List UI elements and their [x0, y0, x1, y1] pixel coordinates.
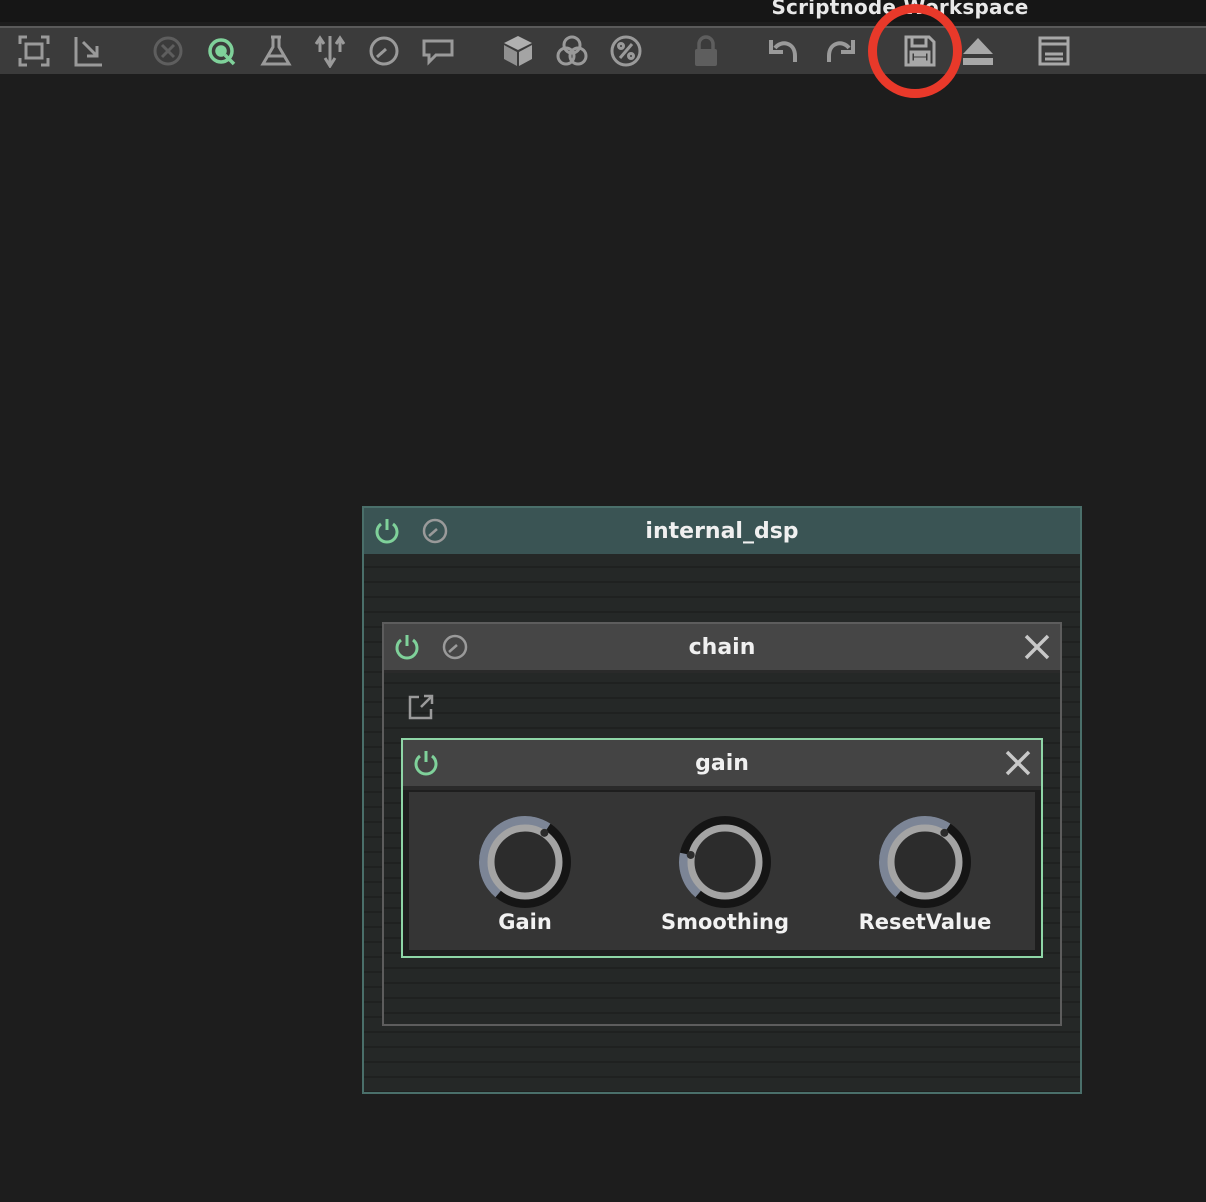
list-panel-button[interactable] [1034, 28, 1074, 74]
node-header-internal-dsp[interactable]: internal_dsp [364, 508, 1080, 554]
cube-icon [504, 36, 532, 66]
gauge-icon [369, 36, 399, 66]
comment-button[interactable] [418, 28, 458, 74]
undo-icon [769, 40, 797, 62]
knob-pointer [940, 828, 949, 837]
cpu-button[interactable] [364, 28, 404, 74]
knob-body [687, 824, 763, 900]
box-button[interactable] [498, 28, 538, 74]
split-button[interactable] [310, 28, 350, 74]
zoom-fit-icon [18, 35, 50, 67]
fold-icon [74, 37, 102, 67]
title-bar: Scriptnode Workspace [0, 0, 1206, 22]
gauge-icon [442, 634, 468, 660]
speech-bubble-icon [422, 39, 454, 66]
colors-button[interactable] [552, 28, 592, 74]
close-icon [1005, 750, 1031, 776]
lock-button[interactable] [686, 28, 726, 74]
param-gain: Gain [425, 812, 625, 942]
cpu-gauge-button[interactable] [440, 632, 470, 662]
param-label: Smoothing [660, 910, 790, 934]
toolbar [0, 26, 1206, 74]
cpu-gauge-button[interactable] [420, 516, 450, 546]
eject-icon [963, 38, 993, 65]
param-smoothing: Smoothing [625, 812, 825, 942]
close-button[interactable] [1003, 748, 1033, 778]
window-title: Scriptnode Workspace [771, 0, 1029, 19]
split-arrows-icon [314, 35, 346, 68]
power-button[interactable] [372, 516, 402, 546]
redo-button[interactable] [820, 28, 860, 74]
param-label: ResetValue [858, 910, 992, 934]
node-header-chain[interactable]: chain [384, 624, 1060, 673]
power-icon [414, 751, 438, 776]
percent-button[interactable] [606, 28, 646, 74]
reset-value-knob[interactable] [875, 812, 975, 912]
knob-body [487, 824, 563, 900]
redo-icon [827, 40, 855, 62]
gain-knob[interactable] [475, 812, 575, 912]
fold-button[interactable] [68, 28, 108, 74]
percent-icon [610, 35, 642, 67]
cancel-button[interactable] [148, 28, 188, 74]
knob-pointer [540, 828, 549, 837]
smoothing-knob[interactable] [675, 812, 775, 912]
node-header-gain[interactable]: gain [403, 740, 1041, 790]
cancel-circle-icon [153, 36, 183, 66]
external-link-icon [408, 694, 434, 720]
list-panel-icon [1038, 36, 1070, 66]
color-circles-icon [556, 35, 588, 66]
knob-body [887, 824, 963, 900]
node-title: gain [695, 750, 749, 776]
floppy-disk-icon [904, 35, 936, 67]
param-reset-value: ResetValue [825, 812, 1025, 942]
power-icon [395, 635, 419, 660]
param-label: Gain [498, 910, 552, 934]
save-button[interactable] [900, 28, 940, 74]
close-icon [1024, 634, 1050, 660]
target-icon [208, 38, 236, 66]
undo-button[interactable] [764, 28, 804, 74]
lock-icon [695, 35, 717, 66]
eject-button[interactable] [958, 28, 998, 74]
node-title: internal_dsp [645, 518, 799, 544]
node-title: chain [688, 634, 756, 660]
popout-button[interactable] [406, 692, 436, 722]
power-button[interactable] [392, 632, 422, 662]
target-button[interactable] [202, 28, 242, 74]
node-gain: gain Gain Smoothing ResetValue [401, 738, 1043, 958]
zoom-fit-button[interactable] [14, 28, 54, 74]
gauge-icon [422, 518, 448, 544]
knob-pointer [686, 850, 695, 859]
parameter-panel: Gain Smoothing ResetValue [409, 792, 1035, 950]
power-icon [375, 519, 399, 544]
close-button[interactable] [1022, 632, 1052, 662]
power-button[interactable] [411, 748, 441, 778]
flask-button[interactable] [256, 28, 296, 74]
flask-icon [260, 35, 292, 66]
